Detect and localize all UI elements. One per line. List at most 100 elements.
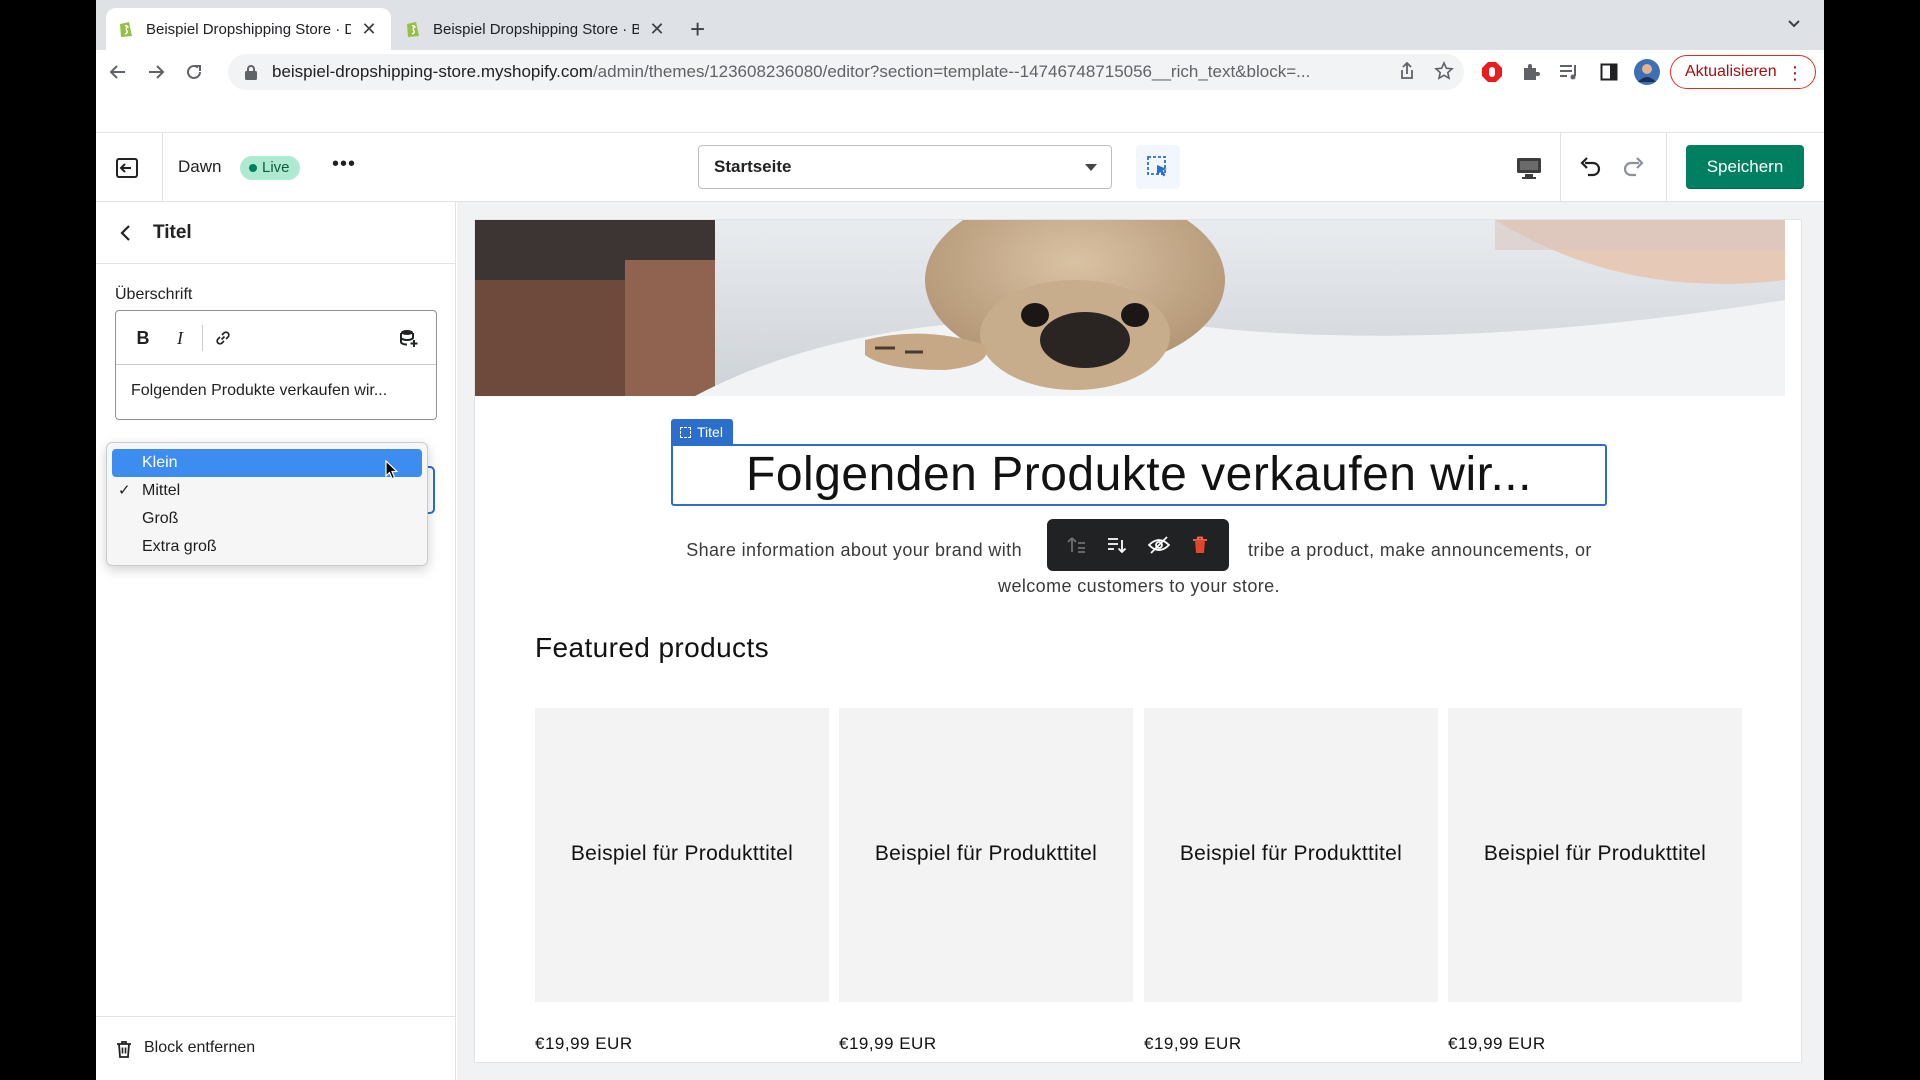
product-price: €19,99 EUR: [1448, 1034, 1546, 1053]
heading-rich-text-editor[interactable]: B I Folgenden Produkte verkaufen wir...: [115, 310, 437, 420]
tab-close-icon[interactable]: ✕: [359, 19, 379, 39]
option-label: Extra groß: [142, 538, 217, 555]
browser-window: Beispiel Dropshipping Store · Designs · …: [96, 0, 1824, 1080]
hero-image-pug: [475, 220, 1785, 396]
italic-icon[interactable]: I: [168, 326, 192, 350]
product-image-placeholder: Beispiel für Produkttitel: [839, 708, 1133, 1002]
shopify-icon: [407, 22, 419, 37]
browser-tab[interactable]: Beispiel Dropshipping Store · Bearbeiten…: [393, 8, 679, 50]
product-title: Beispiel für Produkttitel: [570, 842, 794, 865]
size-option-extra-gross[interactable]: Extra groß: [112, 533, 422, 561]
address-bar[interactable]: beispiel-dropshipping-store.myshopify.co…: [228, 54, 1464, 90]
tab-strip: Beispiel Dropshipping Store · Designs · …: [96, 0, 1824, 50]
product-image-placeholder: Beispiel für Produkttitel: [1448, 708, 1742, 1002]
template-select-value: Startseite: [714, 157, 792, 176]
adblock-extension-icon[interactable]: [1479, 59, 1505, 85]
move-up-icon[interactable]: [1064, 533, 1088, 557]
product-card[interactable]: Beispiel für Produkttitel €19,99 EUR: [1144, 708, 1438, 1053]
featured-products-heading: Featured products: [535, 632, 770, 663]
remove-block-label: Block entfernen: [144, 1039, 256, 1056]
star-icon[interactable]: [1433, 60, 1455, 82]
bold-icon[interactable]: B: [131, 326, 155, 350]
product-card[interactable]: Beispiel für Produkttitel €19,99 EUR: [535, 708, 829, 1053]
body-line-2: welcome customers to your store.: [998, 576, 1280, 596]
template-select[interactable]: Startseite: [698, 145, 1112, 189]
dynamic-source-icon[interactable]: [397, 326, 421, 350]
heading-value: Folgenden Produkte verkaufen wir...: [131, 382, 388, 399]
live-badge: Live: [240, 156, 300, 180]
header-divider: [1666, 133, 1667, 201]
size-option-gross[interactable]: Groß: [112, 505, 422, 533]
mouse-cursor-icon: [385, 460, 399, 480]
product-card[interactable]: Beispiel für Produkttitel €19,99 EUR: [839, 708, 1133, 1053]
url-path: /admin/themes/123608236080/editor?sectio…: [592, 62, 1311, 81]
size-dropdown-menu: Klein ✓ Mittel Groß Extra groß: [106, 442, 428, 566]
header-divider: [162, 133, 163, 201]
trash-icon: [117, 1041, 131, 1058]
product-title: Beispiel für Produkttitel: [1179, 842, 1403, 865]
update-button[interactable]: Aktualisieren ⋮: [1670, 55, 1816, 89]
block-toolbar: [1047, 519, 1229, 571]
browser-tab-active[interactable]: Beispiel Dropshipping Store · Designs · …: [106, 8, 391, 50]
shopify-icon: [120, 22, 132, 37]
link-icon[interactable]: [211, 326, 235, 350]
caret-down-icon: [1085, 164, 1097, 171]
block-label-text: Titel: [697, 424, 723, 440]
sidebar-title: Titel: [153, 222, 192, 243]
redo-icon[interactable]: [1620, 153, 1648, 181]
arrow-left-icon: [109, 65, 125, 79]
sidebar-header: Titel: [96, 202, 456, 264]
preview-frame: Titel Folgenden Produkte verkaufen wir..…: [475, 220, 1801, 1062]
reload-icon: [187, 64, 201, 79]
header-divider: [1560, 133, 1561, 201]
undo-icon[interactable]: [1576, 153, 1604, 181]
reload-button[interactable]: [182, 60, 206, 84]
theme-preview: Titel Folgenden Produkte verkaufen wir..…: [457, 202, 1824, 1080]
avatar[interactable]: [1634, 59, 1660, 85]
product-price: €19,99 EUR: [535, 1034, 633, 1053]
lock-icon: [245, 65, 257, 80]
product-title: Beispiel für Produkttitel: [1483, 842, 1707, 865]
remove-block-button[interactable]: Block entfernen: [96, 1016, 456, 1080]
forward-button[interactable]: [144, 60, 168, 84]
product-price: €19,99 EUR: [1144, 1034, 1242, 1053]
selected-block-label[interactable]: Titel: [671, 419, 733, 445]
share-icon[interactable]: [1396, 60, 1418, 82]
kebab-menu-icon: ⋮: [1786, 63, 1804, 83]
url-host: beispiel-dropshipping-store.myshopify.co…: [272, 62, 593, 81]
tab-title: Beispiel Dropshipping Store · Bearbeiten…: [433, 20, 639, 38]
tab-close-icon[interactable]: ✕: [647, 19, 667, 39]
size-option-mittel[interactable]: ✓ Mittel: [112, 477, 422, 505]
product-title: Beispiel für Produkttitel: [874, 842, 1098, 865]
settings-sidebar: Titel Überschrift B I Folgenden Produkte…: [96, 202, 456, 1080]
size-option-klein[interactable]: Klein: [112, 449, 422, 477]
rte-divider: [202, 325, 203, 351]
back-button[interactable]: [106, 60, 130, 84]
update-label: Aktualisieren: [1685, 63, 1777, 80]
chevron-left-icon[interactable]: [116, 222, 136, 244]
rich-text-heading[interactable]: Folgenden Produkte verkaufen wir...: [671, 446, 1607, 504]
new-tab-button[interactable]: +: [690, 14, 705, 44]
chevron-down-icon[interactable]: [1786, 16, 1802, 32]
option-label: Mittel: [142, 482, 181, 499]
option-label: Groß: [142, 510, 179, 527]
product-card[interactable]: Beispiel für Produkttitel €19,99 EUR: [1448, 708, 1742, 1053]
select-cursor-icon: [1147, 156, 1167, 177]
arrow-right-icon: [149, 65, 165, 79]
product-price: €19,99 EUR: [839, 1034, 937, 1053]
side-panel-icon[interactable]: [1596, 59, 1622, 85]
hide-eye-icon[interactable]: [1147, 533, 1171, 557]
media-queue-icon[interactable]: [1556, 59, 1582, 85]
puzzle-icon[interactable]: [1518, 59, 1544, 85]
product-image-placeholder: Beispiel für Produkttitel: [1144, 708, 1438, 1002]
selection-icon: [680, 427, 691, 438]
delete-trash-icon[interactable]: [1188, 533, 1212, 557]
exit-editor-icon[interactable]: [114, 155, 140, 181]
more-actions-button[interactable]: •••: [332, 153, 356, 176]
move-down-icon[interactable]: [1105, 533, 1129, 557]
inspector-toggle-button[interactable]: [1136, 145, 1180, 189]
save-button[interactable]: Speichern: [1686, 145, 1804, 189]
theme-name: Dawn: [178, 157, 222, 176]
desktop-preview-icon[interactable]: [1514, 153, 1544, 183]
checkmark-icon: ✓: [118, 482, 131, 499]
